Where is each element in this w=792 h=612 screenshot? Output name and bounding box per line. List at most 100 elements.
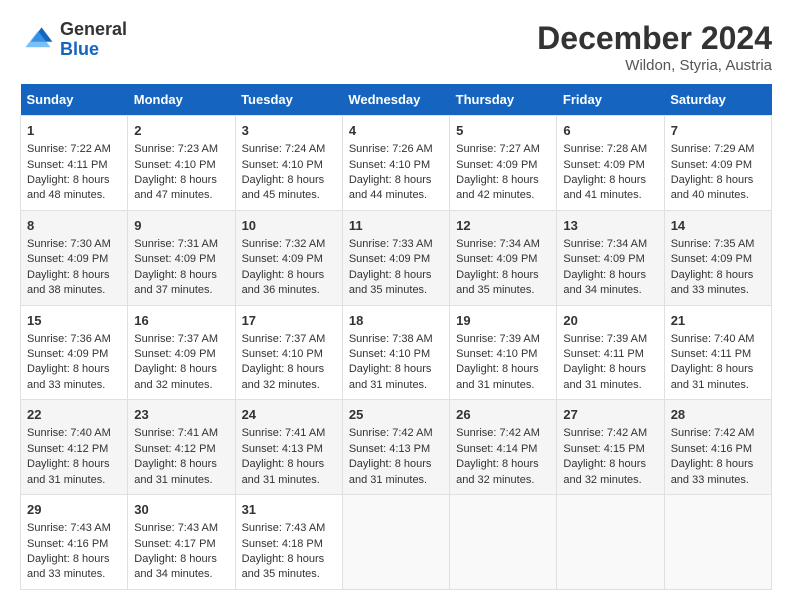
- sunrise-label: Sunrise: 7:24 AM: [242, 143, 326, 155]
- sunset-label: Sunset: 4:12 PM: [27, 443, 108, 455]
- daylight-label: Daylight: 8 hours and 44 minutes.: [349, 174, 432, 201]
- sunrise-label: Sunrise: 7:42 AM: [563, 427, 647, 439]
- day-number: 9: [134, 217, 228, 235]
- daylight-label: Daylight: 8 hours and 34 minutes.: [563, 269, 646, 296]
- calendar-cell: [664, 495, 771, 590]
- sunset-label: Sunset: 4:10 PM: [349, 348, 430, 360]
- calendar-cell: 22 Sunrise: 7:40 AM Sunset: 4:12 PM Dayl…: [21, 400, 128, 495]
- calendar-cell: 1 Sunrise: 7:22 AM Sunset: 4:11 PM Dayli…: [21, 116, 128, 211]
- sunrise-label: Sunrise: 7:38 AM: [349, 333, 433, 345]
- calendar-cell: 15 Sunrise: 7:36 AM Sunset: 4:09 PM Dayl…: [21, 305, 128, 400]
- sunset-label: Sunset: 4:11 PM: [671, 348, 752, 360]
- day-number: 31: [242, 501, 336, 519]
- sunrise-label: Sunrise: 7:40 AM: [671, 333, 755, 345]
- daylight-label: Daylight: 8 hours and 33 minutes.: [671, 458, 754, 485]
- header: General Blue December 2024 Wildon, Styri…: [20, 20, 772, 74]
- daylight-label: Daylight: 8 hours and 31 minutes.: [671, 363, 754, 390]
- sunrise-label: Sunrise: 7:37 AM: [242, 333, 326, 345]
- day-number: 18: [349, 312, 443, 330]
- calendar-header-tuesday: Tuesday: [235, 84, 342, 116]
- daylight-label: Daylight: 8 hours and 40 minutes.: [671, 174, 754, 201]
- day-number: 11: [349, 217, 443, 235]
- logo-icon: [20, 22, 56, 58]
- sunset-label: Sunset: 4:12 PM: [134, 443, 215, 455]
- daylight-label: Daylight: 8 hours and 31 minutes.: [242, 458, 325, 485]
- sunrise-label: Sunrise: 7:40 AM: [27, 427, 111, 439]
- calendar-table: SundayMondayTuesdayWednesdayThursdayFrid…: [20, 84, 772, 590]
- sunset-label: Sunset: 4:13 PM: [242, 443, 323, 455]
- daylight-label: Daylight: 8 hours and 31 minutes.: [134, 458, 217, 485]
- calendar-cell: 4 Sunrise: 7:26 AM Sunset: 4:10 PM Dayli…: [342, 116, 449, 211]
- sunset-label: Sunset: 4:09 PM: [242, 253, 323, 265]
- calendar-cell: 31 Sunrise: 7:43 AM Sunset: 4:18 PM Dayl…: [235, 495, 342, 590]
- day-number: 4: [349, 122, 443, 140]
- daylight-label: Daylight: 8 hours and 31 minutes.: [456, 363, 539, 390]
- sunrise-label: Sunrise: 7:32 AM: [242, 238, 326, 250]
- calendar-cell: 25 Sunrise: 7:42 AM Sunset: 4:13 PM Dayl…: [342, 400, 449, 495]
- calendar-cell: [557, 495, 664, 590]
- logo-text: General Blue: [60, 20, 127, 60]
- sunrise-label: Sunrise: 7:23 AM: [134, 143, 218, 155]
- sunrise-label: Sunrise: 7:41 AM: [242, 427, 326, 439]
- main-title: December 2024: [537, 20, 772, 57]
- sunset-label: Sunset: 4:09 PM: [671, 253, 752, 265]
- calendar-cell: 27 Sunrise: 7:42 AM Sunset: 4:15 PM Dayl…: [557, 400, 664, 495]
- day-number: 8: [27, 217, 121, 235]
- day-number: 29: [27, 501, 121, 519]
- sunset-label: Sunset: 4:10 PM: [134, 159, 215, 171]
- daylight-label: Daylight: 8 hours and 38 minutes.: [27, 269, 110, 296]
- calendar-header-sunday: Sunday: [21, 84, 128, 116]
- calendar-cell: [342, 495, 449, 590]
- sunrise-label: Sunrise: 7:27 AM: [456, 143, 540, 155]
- calendar-cell: 19 Sunrise: 7:39 AM Sunset: 4:10 PM Dayl…: [450, 305, 557, 400]
- calendar-header-saturday: Saturday: [664, 84, 771, 116]
- calendar-cell: 29 Sunrise: 7:43 AM Sunset: 4:16 PM Dayl…: [21, 495, 128, 590]
- daylight-label: Daylight: 8 hours and 32 minutes.: [563, 458, 646, 485]
- daylight-label: Daylight: 8 hours and 31 minutes.: [563, 363, 646, 390]
- sunset-label: Sunset: 4:09 PM: [456, 159, 537, 171]
- daylight-label: Daylight: 8 hours and 45 minutes.: [242, 174, 325, 201]
- sunrise-label: Sunrise: 7:33 AM: [349, 238, 433, 250]
- sunrise-label: Sunrise: 7:29 AM: [671, 143, 755, 155]
- daylight-label: Daylight: 8 hours and 47 minutes.: [134, 174, 217, 201]
- calendar-cell: 28 Sunrise: 7:42 AM Sunset: 4:16 PM Dayl…: [664, 400, 771, 495]
- sunrise-label: Sunrise: 7:43 AM: [134, 522, 218, 534]
- sunset-label: Sunset: 4:10 PM: [456, 348, 537, 360]
- sunset-label: Sunset: 4:16 PM: [671, 443, 752, 455]
- daylight-label: Daylight: 8 hours and 36 minutes.: [242, 269, 325, 296]
- daylight-label: Daylight: 8 hours and 35 minutes.: [456, 269, 539, 296]
- day-number: 21: [671, 312, 765, 330]
- calendar-cell: 5 Sunrise: 7:27 AM Sunset: 4:09 PM Dayli…: [450, 116, 557, 211]
- sunrise-label: Sunrise: 7:26 AM: [349, 143, 433, 155]
- calendar-cell: [450, 495, 557, 590]
- daylight-label: Daylight: 8 hours and 31 minutes.: [349, 363, 432, 390]
- subtitle: Wildon, Styria, Austria: [537, 57, 772, 74]
- day-number: 12: [456, 217, 550, 235]
- day-number: 28: [671, 406, 765, 424]
- calendar-header-wednesday: Wednesday: [342, 84, 449, 116]
- sunrise-label: Sunrise: 7:36 AM: [27, 333, 111, 345]
- day-number: 16: [134, 312, 228, 330]
- sunrise-label: Sunrise: 7:42 AM: [456, 427, 540, 439]
- daylight-label: Daylight: 8 hours and 32 minutes.: [134, 363, 217, 390]
- calendar-cell: 6 Sunrise: 7:28 AM Sunset: 4:09 PM Dayli…: [557, 116, 664, 211]
- logo: General Blue: [20, 20, 127, 60]
- calendar-cell: 9 Sunrise: 7:31 AM Sunset: 4:09 PM Dayli…: [128, 210, 235, 305]
- sunset-label: Sunset: 4:16 PM: [27, 538, 108, 550]
- week-row-1: 1 Sunrise: 7:22 AM Sunset: 4:11 PM Dayli…: [21, 116, 772, 211]
- week-row-5: 29 Sunrise: 7:43 AM Sunset: 4:16 PM Dayl…: [21, 495, 772, 590]
- calendar-cell: 24 Sunrise: 7:41 AM Sunset: 4:13 PM Dayl…: [235, 400, 342, 495]
- calendar-cell: 2 Sunrise: 7:23 AM Sunset: 4:10 PM Dayli…: [128, 116, 235, 211]
- calendar-cell: 13 Sunrise: 7:34 AM Sunset: 4:09 PM Dayl…: [557, 210, 664, 305]
- sunset-label: Sunset: 4:09 PM: [563, 253, 644, 265]
- sunrise-label: Sunrise: 7:39 AM: [456, 333, 540, 345]
- calendar-cell: 21 Sunrise: 7:40 AM Sunset: 4:11 PM Dayl…: [664, 305, 771, 400]
- day-number: 1: [27, 122, 121, 140]
- sunrise-label: Sunrise: 7:43 AM: [242, 522, 326, 534]
- day-number: 17: [242, 312, 336, 330]
- calendar-cell: 26 Sunrise: 7:42 AM Sunset: 4:14 PM Dayl…: [450, 400, 557, 495]
- calendar-cell: 30 Sunrise: 7:43 AM Sunset: 4:17 PM Dayl…: [128, 495, 235, 590]
- day-number: 25: [349, 406, 443, 424]
- day-number: 22: [27, 406, 121, 424]
- day-number: 14: [671, 217, 765, 235]
